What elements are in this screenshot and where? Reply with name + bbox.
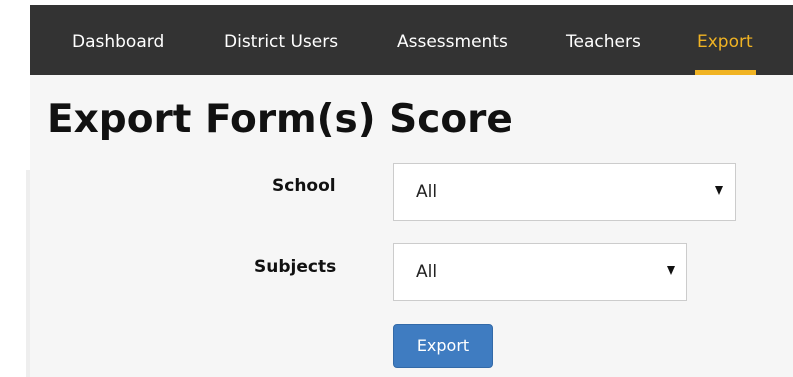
export-button[interactable]: Export [393,324,493,368]
nav-item-district-users[interactable]: District Users [224,0,338,70]
page-title: Export Form(s) Score [47,97,513,142]
nav-item-teachers[interactable]: Teachers [566,0,641,70]
subjects-select-value: All [416,262,438,282]
subjects-select[interactable]: All [393,243,687,301]
nav-item-dashboard[interactable]: Dashboard [72,0,164,70]
school-label: School [272,176,336,196]
school-select-value: All [416,182,438,202]
chevron-down-icon [715,186,723,195]
nav-item-assessments[interactable]: Assessments [397,0,508,70]
subjects-label: Subjects [254,257,337,277]
chevron-down-icon [667,266,675,275]
nav-item-export[interactable]: Export [697,0,753,70]
school-select[interactable]: All [393,163,736,221]
